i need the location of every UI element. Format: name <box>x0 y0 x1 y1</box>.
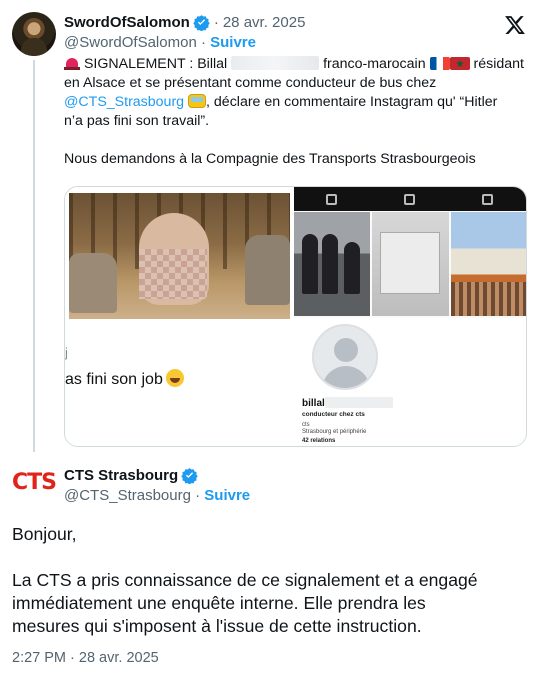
instagram-profile-info: billal conducteur chez cts cts Strasbour… <box>294 318 526 446</box>
main-tweet-text: Bonjour, La CTS a pris connaissance de c… <box>12 524 478 636</box>
post-thumb <box>294 212 370 316</box>
separator-dot: · <box>200 34 206 51</box>
comment-caption: as fini son job <box>65 369 184 389</box>
verified-badge-icon <box>193 14 210 31</box>
author-handle[interactable]: @CTS_Strasbourg <box>64 487 191 504</box>
profile-role: conducteur chez cts <box>302 411 365 418</box>
instagram-profile-screenshot: billal conducteur chez cts cts Strasbour… <box>294 187 526 446</box>
verified-badge-icon <box>181 467 198 484</box>
profile-relations: 42 relations <box>302 438 336 444</box>
main-tweet-header: CTS Strasbourg <box>64 465 198 485</box>
instagram-tab-bar <box>294 187 526 211</box>
profile-location: Strasbourg et périphérie <box>302 429 367 435</box>
separator-dot: · <box>195 487 201 504</box>
mention-link[interactable]: @CTS_Strasbourg <box>64 94 184 110</box>
cts-logo-avatar[interactable]: CTS <box>12 470 58 500</box>
comment-prefix: j <box>65 345 68 360</box>
bus-emoji-icon <box>188 94 207 108</box>
quoted-tweet[interactable]: SwordOfSalomon · 28 avr. 2025 @SwordOfSa… <box>0 0 540 460</box>
grid-icon <box>326 194 337 205</box>
author-handle[interactable]: @SwordOfSalomon <box>64 34 197 51</box>
quoted-tweet-header: SwordOfSalomon · 28 avr. 2025 <box>64 12 305 32</box>
instagram-comment-screenshot: j as fini son job <box>65 187 292 446</box>
follow-button[interactable]: Suivre <box>204 487 250 504</box>
reels-icon <box>404 194 415 205</box>
tweet-timestamp[interactable]: 2:27 PM · 28 avr. 2025 <box>12 650 159 666</box>
flag-france-icon <box>429 57 450 70</box>
quoted-tweet-subheader: @SwordOfSalomon · Suivre <box>64 34 256 51</box>
profile-org: cts <box>302 422 310 428</box>
author-avatar[interactable] <box>12 12 56 56</box>
blurred-selfie-photo <box>69 193 290 319</box>
follow-button[interactable]: Suivre <box>210 34 256 51</box>
siren-emoji-icon <box>64 56 80 70</box>
laughing-emoji-icon <box>165 369 184 387</box>
tweet-media-image[interactable]: j as fini son job billal conducteur chez… <box>64 186 527 447</box>
redacted-surname <box>231 56 320 70</box>
x-logo-icon[interactable] <box>504 14 526 36</box>
instagram-post-grid <box>294 212 526 316</box>
default-avatar-icon <box>312 324 378 390</box>
separator-dot: · <box>213 13 219 31</box>
post-thumb <box>372 212 449 316</box>
thread-line <box>33 60 35 452</box>
profile-name: billal <box>302 397 393 409</box>
tweet-date[interactable]: 28 avr. 2025 <box>223 14 306 31</box>
main-tweet-subheader: @CTS_Strasbourg · Suivre <box>64 487 250 504</box>
flag-morocco-icon <box>449 57 470 70</box>
author-name[interactable]: CTS Strasbourg <box>64 467 178 484</box>
quoted-tweet-text: SIGNALEMENT : Billal franco-marocain rés… <box>64 55 524 169</box>
post-thumb <box>451 212 526 316</box>
tagged-icon <box>482 194 493 205</box>
author-name[interactable]: SwordOfSalomon <box>64 14 190 31</box>
